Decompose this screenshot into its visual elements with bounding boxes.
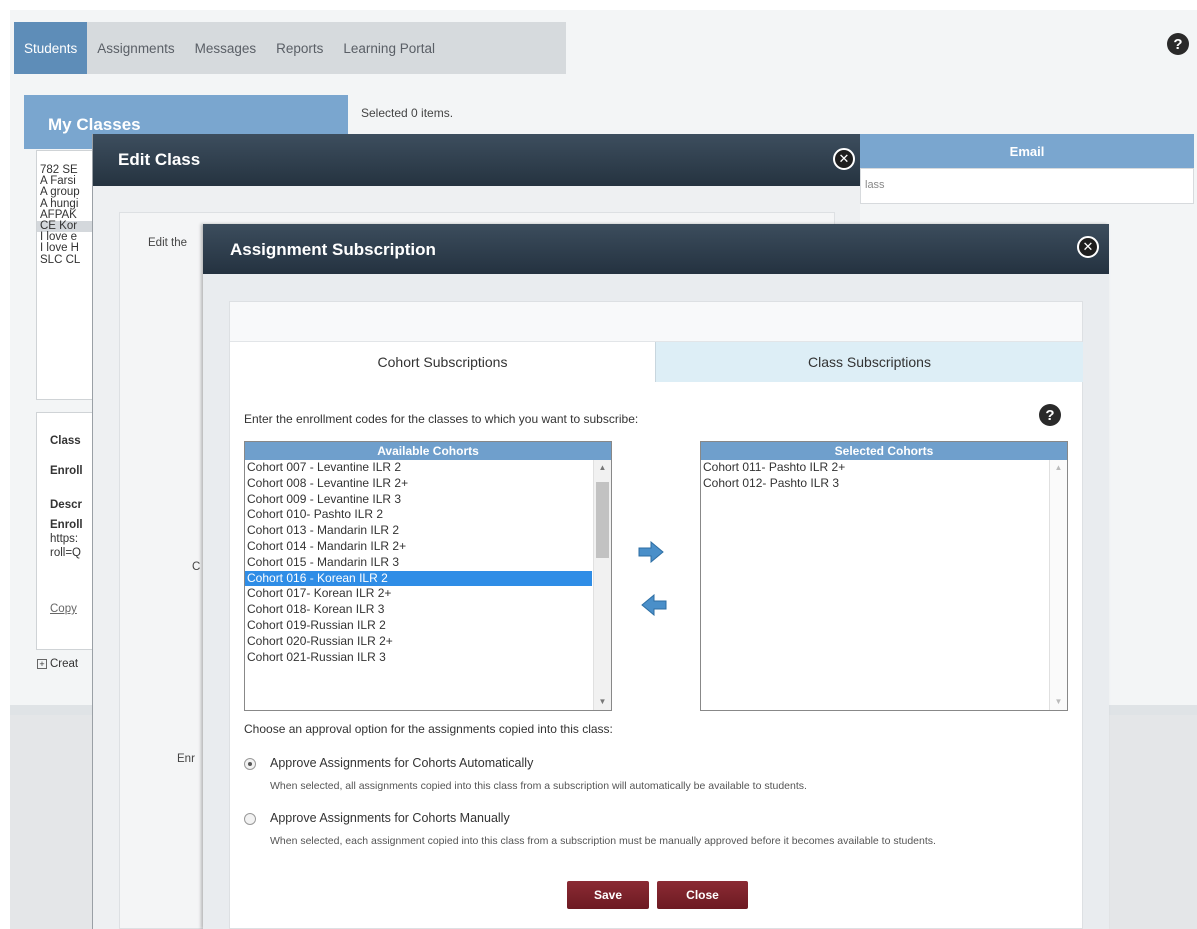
approve-manually-label: Approve Assignments for Cohorts Manually (270, 811, 510, 825)
edit-class-enroll-label: Enr (177, 753, 195, 765)
scroll-up-icon[interactable]: ▲ (594, 460, 611, 476)
selected-cohorts-items: Cohort 011- Pashto ILR 2+ Cohort 012- Pa… (701, 460, 1048, 492)
assignment-subscription-titlebar: Assignment Subscription (203, 224, 1109, 274)
tab-learning-portal[interactable]: Learning Portal (333, 22, 445, 74)
selected-list-scrollbar[interactable]: ▲ ▼ (1049, 460, 1067, 710)
close-button[interactable]: Close (657, 881, 748, 909)
tab-cohort-subscriptions[interactable]: Cohort Subscriptions (230, 342, 655, 382)
move-left-arrow-icon[interactable] (640, 594, 668, 616)
subscription-top-bar (230, 302, 1082, 342)
email-column-header: Email (860, 134, 1194, 168)
tab-assignments[interactable]: Assignments (87, 22, 184, 74)
email-header-label: Email (1009, 143, 1045, 159)
help-icon[interactable]: ? (1167, 33, 1189, 55)
class-details-label: Class (50, 435, 81, 447)
scroll-down-icon[interactable]: ▼ (1050, 694, 1067, 710)
list-item[interactable]: Cohort 012- Pashto ILR 3 (701, 476, 1048, 492)
assignment-subscription-dialog: Assignment Subscription ✕ Cohort Subscri… (203, 224, 1109, 929)
approve-automatically-description: When selected, all assignments copied in… (270, 780, 807, 792)
my-classes-title: My Classes (48, 115, 141, 134)
tab-class-subscriptions[interactable]: Class Subscriptions (655, 342, 1083, 382)
class-list-item[interactable]: SLC CL (37, 254, 97, 266)
available-cohorts-items: Cohort 007 - Levantine ILR 2 Cohort 008 … (245, 460, 592, 665)
list-item[interactable]: Cohort 015 - Mandarin ILR 3 (245, 555, 592, 571)
edit-class-titlebar: Edit Class (93, 134, 860, 186)
approve-automatically-label: Approve Assignments for Cohorts Automati… (270, 756, 534, 770)
enroll-url-text: https: (50, 533, 79, 545)
enroll-label: Enroll (50, 465, 83, 477)
selected-cohorts-list[interactable]: Selected Cohorts Cohort 011- Pashto ILR … (700, 441, 1068, 711)
list-item[interactable]: Cohort 020-Russian ILR 2+ (245, 634, 592, 650)
assignment-subscription-body: Cohort Subscriptions Class Subscriptions… (229, 301, 1083, 929)
edit-class-intro: Edit the (148, 237, 187, 249)
assignment-subscription-close-icon[interactable]: ✕ (1077, 236, 1099, 258)
enroll-url-text-2: roll=Q (50, 547, 81, 559)
list-item[interactable]: Cohort 014 - Mandarin ILR 2+ (245, 539, 592, 555)
scroll-thumb[interactable] (596, 482, 609, 558)
approval-question: Choose an approval option for the assign… (244, 722, 613, 736)
approve-automatically-radio[interactable] (244, 758, 256, 770)
scroll-up-icon[interactable]: ▲ (1050, 460, 1067, 476)
tab-messages[interactable]: Messages (185, 22, 267, 74)
save-button[interactable]: Save (567, 881, 649, 909)
selected-count-text: Selected 0 items. (361, 106, 454, 120)
list-item[interactable]: Cohort 013 - Mandarin ILR 2 (245, 523, 592, 539)
tab-class-label: Class Subscriptions (808, 354, 931, 370)
list-item[interactable]: Cohort 017- Korean ILR 2+ (245, 586, 592, 602)
tab-reports[interactable]: Reports (266, 22, 333, 74)
list-item[interactable]: Cohort 009 - Levantine ILR 3 (245, 492, 592, 508)
list-item[interactable]: Cohort 011- Pashto ILR 2+ (701, 460, 1048, 476)
scroll-down-icon[interactable]: ▼ (594, 694, 611, 710)
edit-class-title: Edit Class (118, 150, 201, 169)
assignment-subscription-title: Assignment Subscription (230, 240, 436, 259)
edit-class-field-label: C (192, 561, 201, 573)
create-class-label: Creat (50, 658, 79, 670)
class-list-item[interactable]: A group (37, 187, 97, 199)
copy-link[interactable]: Copy (50, 603, 77, 615)
list-item-selected[interactable]: Cohort 016 - Korean ILR 2 (245, 570, 592, 587)
approve-manually-option[interactable]: Approve Assignments for Cohorts Manually… (244, 811, 1064, 871)
available-cohorts-header: Available Cohorts (245, 442, 611, 460)
list-item[interactable]: Cohort 019-Russian ILR 2 (245, 618, 592, 634)
main-tab-bar: Students Assignments Messages Reports Le… (14, 22, 566, 74)
class-details-panel: Class Enroll Descr Enroll https: roll=Q … (36, 412, 98, 650)
description-label: Descr (50, 499, 82, 511)
email-row-text: lass (865, 179, 885, 191)
approve-manually-description: When selected, each assignment copied in… (270, 835, 936, 847)
list-item[interactable]: Cohort 007 - Levantine ILR 2 (245, 460, 592, 476)
move-right-arrow-icon[interactable] (637, 541, 665, 563)
plus-icon: + (37, 659, 47, 669)
help-icon[interactable]: ? (1039, 404, 1061, 426)
tab-students[interactable]: Students (14, 22, 88, 74)
available-cohorts-list[interactable]: Available Cohorts Cohort 007 - Levantine… (244, 441, 612, 711)
class-list-item[interactable]: I love H (37, 243, 97, 255)
approve-automatically-option[interactable]: Approve Assignments for Cohorts Automati… (244, 756, 1064, 796)
email-table-row: lass (860, 168, 1194, 204)
approve-manually-radio[interactable] (244, 813, 256, 825)
enroll-url-label: Enroll (50, 519, 83, 531)
list-item[interactable]: Cohort 021-Russian ILR 3 (245, 650, 592, 666)
list-item[interactable]: Cohort 018- Korean ILR 3 (245, 602, 592, 618)
list-item[interactable]: Cohort 008 - Levantine ILR 2+ (245, 476, 592, 492)
list-item[interactable]: Cohort 010- Pashto ILR 2 (245, 507, 592, 523)
available-list-scrollbar[interactable]: ▲ ▼ (593, 460, 611, 710)
create-class-link[interactable]: + Creat (37, 658, 78, 670)
enrollment-instruction: Enter the enrollment codes for the class… (244, 412, 639, 426)
class-list-panel: 782 SE A Farsi A group A hungi AFPAK CE … (36, 150, 98, 400)
selected-cohorts-header: Selected Cohorts (701, 442, 1067, 460)
tab-cohort-label: Cohort Subscriptions (377, 354, 508, 370)
edit-class-close-icon[interactable]: ✕ (833, 148, 855, 170)
